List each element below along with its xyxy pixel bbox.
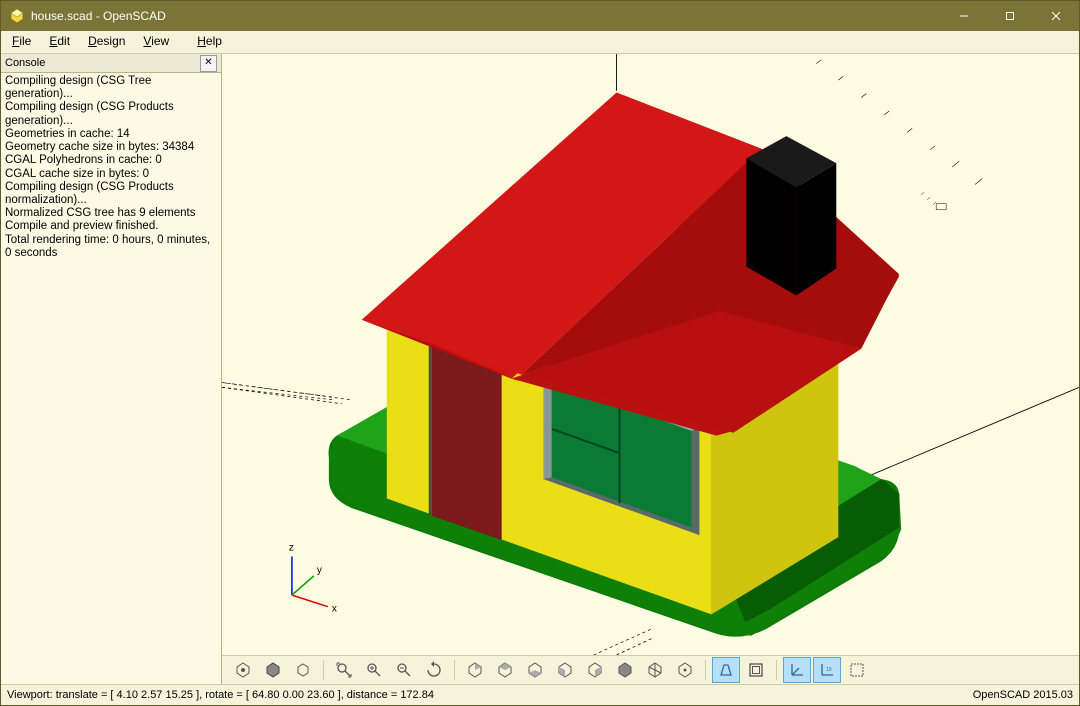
view-back-button[interactable] [611, 657, 639, 683]
perspective-button[interactable] [712, 657, 740, 683]
center-button[interactable] [671, 657, 699, 683]
svg-text:10: 10 [826, 667, 832, 673]
view-toolbar: 10 [222, 655, 1079, 684]
model-door [429, 342, 502, 540]
menu-help[interactable]: Help [188, 31, 231, 53]
show-edges-button[interactable] [843, 657, 871, 683]
menu-view[interactable]: View [134, 31, 178, 53]
console-output[interactable]: Compiling design (CSG Tree generation)..… [1, 73, 221, 684]
status-version: OpenSCAD 2015.03 [973, 689, 1073, 701]
preview-button[interactable] [229, 657, 257, 683]
close-button[interactable] [1033, 1, 1079, 31]
menu-edit[interactable]: Edit [40, 31, 79, 53]
svg-text:y: y [317, 565, 322, 576]
status-bar: Viewport: translate = [ 4.10 2.57 15.25 … [1, 684, 1079, 705]
zoom-in-button[interactable] [360, 657, 388, 683]
3d-viewport[interactable]: z x y [222, 54, 1079, 655]
zoom-out-button[interactable] [390, 657, 418, 683]
view-diagonal-button[interactable] [641, 657, 669, 683]
show-axes-button[interactable] [783, 657, 811, 683]
orthographic-button[interactable] [742, 657, 770, 683]
title-bar: house.scad - OpenSCAD [1, 1, 1079, 31]
menu-bar: File Edit Design View Help [1, 31, 1079, 54]
status-viewport: Viewport: translate = [ 4.10 2.57 15.25 … [7, 689, 973, 701]
maximize-button[interactable] [987, 1, 1033, 31]
menu-design[interactable]: Design [79, 31, 134, 53]
view-right-button[interactable] [461, 657, 489, 683]
view-bottom-button[interactable] [521, 657, 549, 683]
view-front-button[interactable] [581, 657, 609, 683]
console-close-button[interactable]: ✕ [200, 55, 217, 72]
console-panel: Console ✕ Compiling design (CSG Tree gen… [1, 54, 222, 684]
minimize-button[interactable] [941, 1, 987, 31]
view-left-button[interactable] [551, 657, 579, 683]
reset-view-button[interactable] [420, 657, 448, 683]
window-title: house.scad - OpenSCAD [31, 9, 941, 23]
console-header: Console ✕ [1, 54, 221, 73]
svg-text:x: x [332, 604, 337, 615]
menu-file[interactable]: File [3, 31, 40, 53]
view-all-button[interactable] [289, 657, 317, 683]
app-icon [9, 8, 25, 24]
view-top-button[interactable] [491, 657, 519, 683]
show-scalemarkers-button[interactable]: 10 [813, 657, 841, 683]
zoom-fit-button[interactable] [330, 657, 358, 683]
console-title: Console [5, 57, 200, 69]
render-button[interactable] [259, 657, 287, 683]
model-chimney [746, 136, 836, 295]
svg-text:z: z [289, 543, 294, 554]
